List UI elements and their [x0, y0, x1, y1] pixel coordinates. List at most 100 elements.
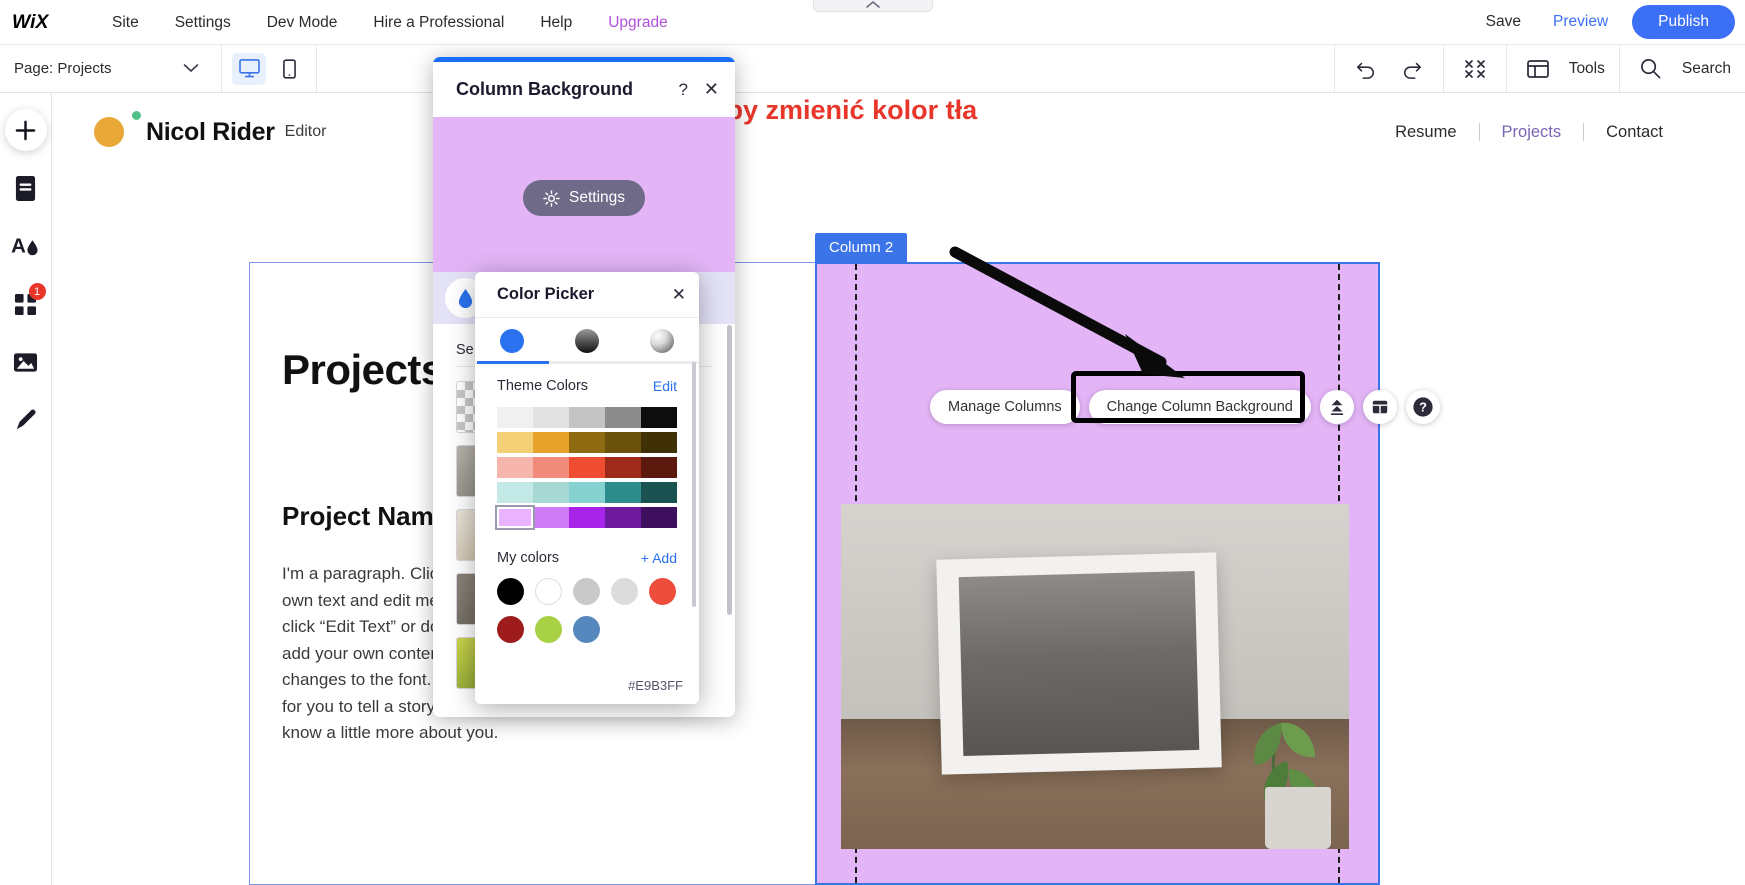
change-column-background-button[interactable]: Change Column Background — [1089, 390, 1311, 424]
top-bar-actions: Save Preview Publish — [1470, 5, 1745, 39]
add-element-button[interactable] — [5, 109, 47, 151]
topnav-site[interactable]: Site — [94, 0, 157, 45]
theme-swatch[interactable] — [641, 407, 677, 428]
site-nav-projects[interactable]: Projects — [1480, 123, 1584, 142]
pages-menu-button[interactable] — [5, 167, 47, 209]
panel-help-icon[interactable]: ? — [678, 80, 687, 100]
theme-swatch[interactable] — [641, 457, 677, 478]
color-picker-scrollbar[interactable] — [692, 362, 696, 607]
my-color-swatch[interactable] — [535, 578, 562, 605]
tools-icon-wrap — [1521, 52, 1555, 86]
redo-button[interactable] — [1395, 52, 1429, 86]
wix-logo[interactable]: WiX — [10, 7, 72, 37]
theme-row-yellows — [497, 432, 677, 453]
save-button[interactable]: Save — [1470, 13, 1537, 31]
theme-swatch[interactable] — [605, 407, 641, 428]
publish-button[interactable]: Publish — [1632, 5, 1735, 39]
theme-swatch[interactable] — [497, 432, 533, 453]
column-2-box[interactable] — [815, 262, 1380, 885]
theme-swatch[interactable] — [641, 482, 677, 503]
device-switcher — [222, 45, 317, 93]
theme-swatch[interactable] — [605, 457, 641, 478]
my-color-swatch[interactable] — [649, 578, 676, 605]
animation-button[interactable] — [1320, 390, 1354, 424]
collapse-tab-handle[interactable] — [813, 0, 933, 12]
preview-button[interactable]: Preview — [1537, 13, 1624, 31]
tools-group[interactable]: Tools — [1506, 45, 1619, 93]
my-color-swatch[interactable] — [497, 578, 524, 605]
add-color-link[interactable]: + Add — [641, 550, 677, 566]
search-icon-wrap — [1634, 52, 1668, 86]
panel-scrollbar[interactable] — [727, 325, 732, 615]
svg-text:?: ? — [1419, 400, 1427, 415]
undo-button[interactable] — [1349, 52, 1383, 86]
site-brand-name: Nicol Rider — [146, 118, 275, 147]
topnav-hire-a-professional[interactable]: Hire a Professional — [355, 0, 522, 45]
column-2-tag[interactable]: Column 2 — [815, 233, 907, 262]
theme-swatch[interactable] — [533, 507, 569, 528]
apps-market-button[interactable]: 1 — [5, 283, 47, 325]
theme-row-greys — [497, 407, 677, 428]
theme-swatch[interactable] — [533, 432, 569, 453]
my-color-swatch[interactable] — [535, 616, 562, 643]
column-2-selection[interactable]: Column 2 — [815, 262, 1380, 885]
manage-columns-button[interactable]: Manage Columns — [930, 390, 1080, 424]
theme-swatch[interactable] — [605, 507, 641, 528]
column-2-image[interactable] — [841, 504, 1349, 849]
theme-swatch-selected[interactable] — [497, 507, 533, 528]
top-bar: WiX Site Settings Dev Mode Hire a Profes… — [0, 0, 1745, 45]
background-settings-button[interactable]: Settings — [523, 180, 645, 216]
my-color-swatch[interactable] — [611, 578, 638, 605]
theme-swatch[interactable] — [497, 482, 533, 503]
media-manager-button[interactable] — [5, 341, 47, 383]
site-canvas: Nicol Rider Editor Resume Projects Conta… — [52, 93, 1745, 885]
topnav-help[interactable]: Help — [522, 0, 590, 45]
search-group[interactable]: Search — [1619, 45, 1745, 93]
zoom-out-button[interactable] — [1458, 52, 1492, 86]
theme-row-reds — [497, 457, 677, 478]
theme-swatch[interactable] — [569, 457, 605, 478]
site-nav-resume[interactable]: Resume — [1373, 123, 1478, 142]
theme-row-teals — [497, 482, 677, 503]
avatar — [94, 117, 124, 147]
panel-layout-icon — [1527, 59, 1549, 79]
my-color-swatch[interactable] — [573, 616, 600, 643]
my-business-button[interactable] — [5, 399, 47, 441]
mobile-view-button[interactable] — [272, 53, 306, 85]
desktop-view-button[interactable] — [232, 53, 266, 85]
theme-swatch[interactable] — [605, 432, 641, 453]
topnav-upgrade[interactable]: Upgrade — [590, 0, 685, 45]
gradient-color-tab[interactable] — [550, 318, 625, 364]
theme-swatch[interactable] — [569, 407, 605, 428]
my-color-swatch[interactable] — [497, 616, 524, 643]
layers-button[interactable] — [1363, 390, 1397, 424]
my-color-swatch[interactable] — [573, 578, 600, 605]
theme-swatch[interactable] — [497, 407, 533, 428]
advanced-color-tab[interactable] — [624, 318, 699, 364]
theme-swatch[interactable] — [533, 482, 569, 503]
theme-swatch[interactable] — [569, 507, 605, 528]
help-button[interactable]: ? — [1406, 390, 1440, 424]
theme-swatch[interactable] — [605, 482, 641, 503]
panel-close-icon[interactable]: ✕ — [704, 79, 719, 100]
color-picker-close-icon[interactable]: ✕ — [672, 285, 686, 305]
solid-color-tab[interactable] — [475, 318, 550, 364]
background-preview: Settings — [433, 117, 735, 272]
theme-swatch[interactable] — [569, 432, 605, 453]
topnav-settings[interactable]: Settings — [157, 0, 249, 45]
theme-swatch[interactable] — [497, 457, 533, 478]
theme-swatch[interactable] — [569, 482, 605, 503]
topnav-dev-mode[interactable]: Dev Mode — [249, 0, 356, 45]
site-nav-contact[interactable]: Contact — [1584, 123, 1685, 142]
site-body: Projects Project Name 0 I'm a paragraph.… — [52, 171, 1745, 885]
theme-swatch[interactable] — [641, 432, 677, 453]
theme-swatch[interactable] — [641, 507, 677, 528]
page-selector[interactable]: Page: Projects — [0, 45, 222, 93]
edit-theme-colors-link[interactable]: Edit — [653, 378, 677, 394]
theme-swatch[interactable] — [533, 407, 569, 428]
image-icon — [13, 351, 38, 373]
theme-swatch[interactable] — [533, 457, 569, 478]
site-design-button[interactable]: A — [5, 225, 47, 267]
panel-title: Column Background — [456, 79, 633, 100]
redo-icon — [1401, 59, 1423, 79]
